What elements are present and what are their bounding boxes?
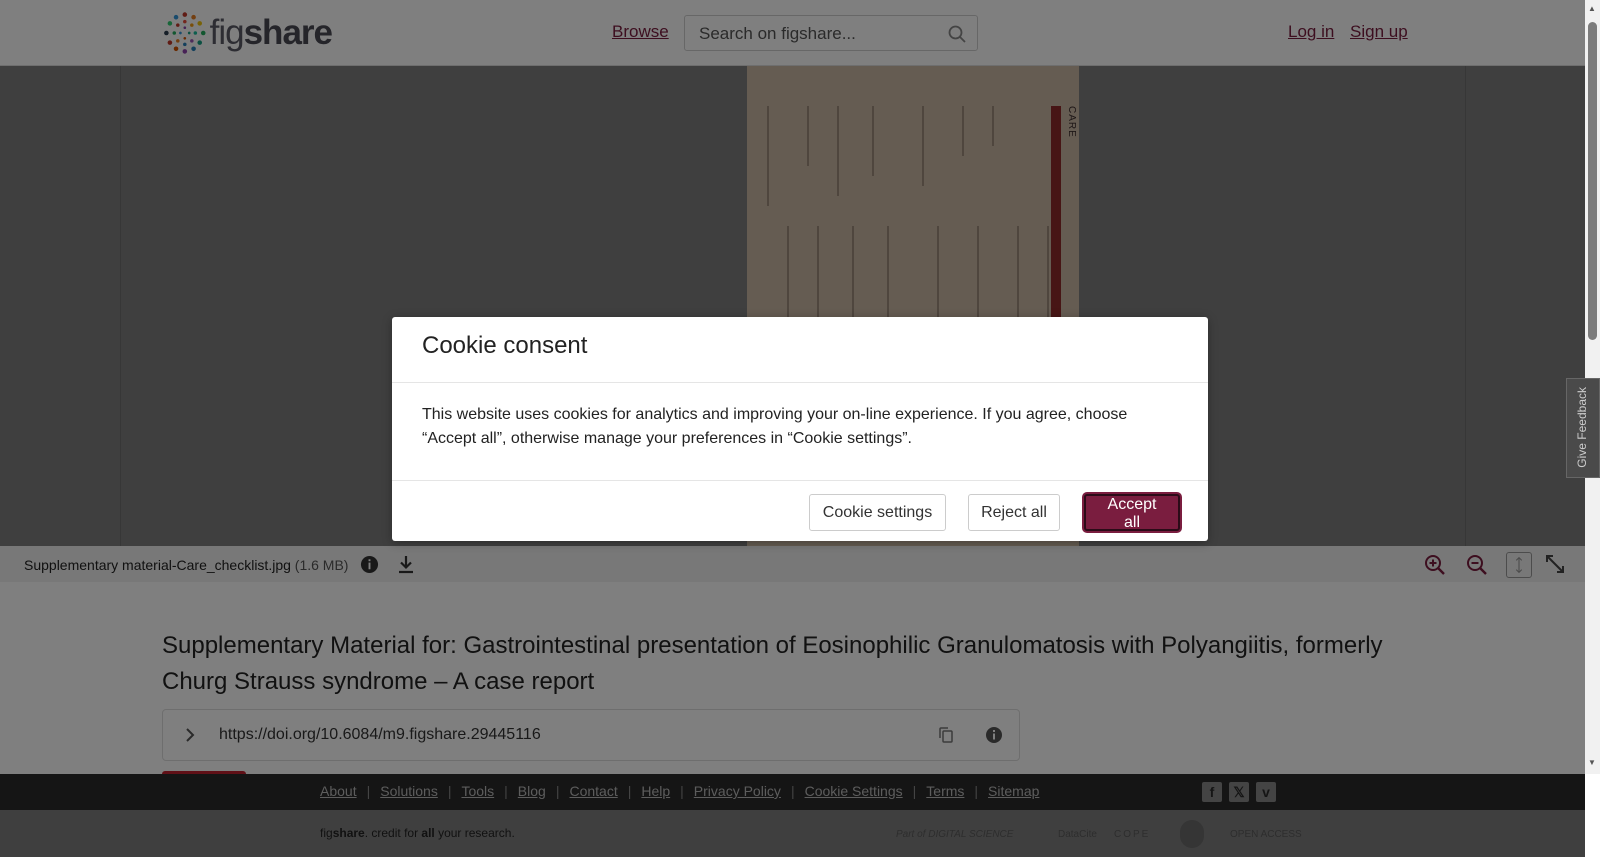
- cookie-settings-button[interactable]: Cookie settings: [809, 494, 946, 531]
- dialog-message: This website uses cookies for analytics …: [422, 406, 1128, 447]
- give-feedback-label: Give Feedback: [1575, 387, 1589, 468]
- accept-all-button[interactable]: Accept all: [1084, 494, 1180, 531]
- cookie-consent-dialog: Cookie consent This website uses cookies…: [392, 317, 1208, 541]
- scrollbar-thumb[interactable]: [1588, 22, 1597, 340]
- dialog-footer: Cookie settings Reject all Accept all: [392, 480, 1208, 541]
- dialog-header: Cookie consent: [392, 317, 1208, 383]
- scroll-up-arrow-icon[interactable]: ▲: [1588, 4, 1596, 13]
- dialog-title: Cookie consent: [422, 332, 588, 359]
- scroll-down-arrow-icon[interactable]: ▼: [1588, 758, 1596, 767]
- give-feedback-tab[interactable]: Give Feedback: [1566, 378, 1600, 478]
- reject-all-button[interactable]: Reject all: [968, 494, 1060, 531]
